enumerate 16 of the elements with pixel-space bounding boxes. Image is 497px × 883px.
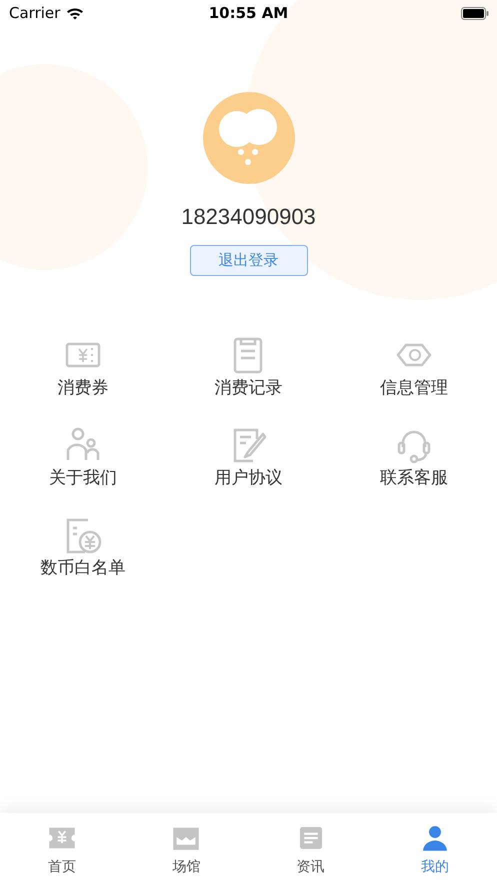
menu-item[interactable]: 数币白名单 bbox=[0, 515, 166, 579]
tab[interactable]: 首页 bbox=[0, 813, 124, 883]
menu-item[interactable]: 用户协议 bbox=[166, 425, 332, 489]
menu-item[interactable]: 信息管理 bbox=[331, 335, 497, 399]
phone-number: 18234090903 bbox=[181, 204, 316, 230]
menu-item[interactable]: 消费记录 bbox=[166, 335, 332, 399]
battery-icon bbox=[461, 6, 489, 20]
tab[interactable]: 资讯 bbox=[248, 813, 373, 883]
time-label: 10:55 AM bbox=[208, 4, 288, 22]
carrier-label: Carrier bbox=[9, 4, 60, 22]
wifi-icon bbox=[66, 6, 84, 20]
tab[interactable]: 场馆 bbox=[124, 813, 248, 883]
tab[interactable]: 我的 bbox=[372, 813, 497, 883]
menu-item[interactable]: 消费券 bbox=[0, 335, 166, 399]
menu-item[interactable]: 联系客服 bbox=[331, 425, 497, 489]
menu-item[interactable]: 关于我们 bbox=[0, 425, 166, 489]
